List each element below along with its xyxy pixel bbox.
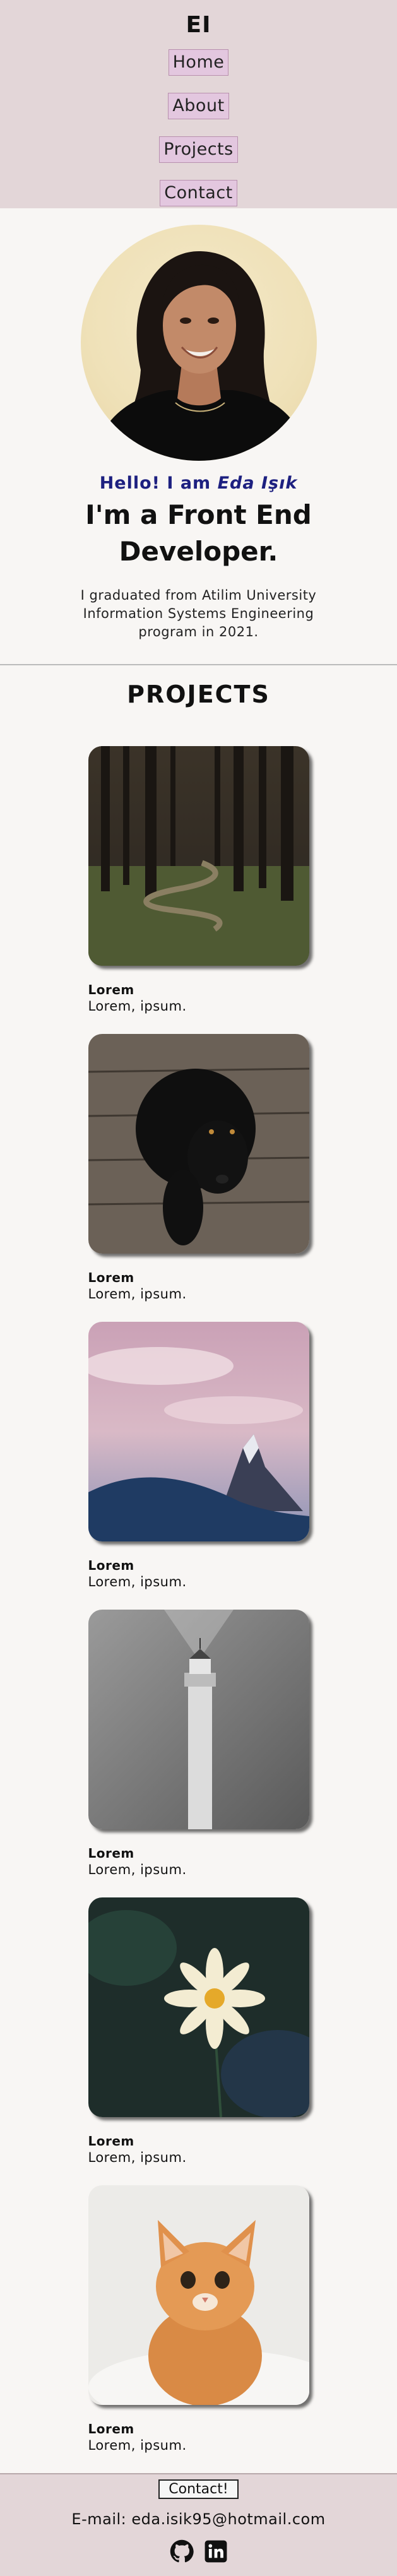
project-list: Lorem Lorem, ipsum. Lorem Lorem, ipsum. … [0,746,397,2473]
headline: I'm a Front End Developer. [85,499,312,567]
projects-title: PROJECTS [127,680,270,708]
project-image-black-dog[interactable] [88,1034,309,1254]
intro-text: I graduated from Atilim University Infor… [80,588,317,639]
email-text: E-mail: eda.isik95@hotmail.com [71,2510,326,2528]
project-name: Lorem [88,982,134,997]
site-header: EI Home About Projects Contact [0,0,397,208]
project-desc: Lorem, ipsum. [88,999,187,1014]
project-desc: Lorem, ipsum. [88,1862,187,1877]
project-card: Lorem Lorem, ipsum. [88,746,309,1034]
project-desc: Lorem, ipsum. [88,1286,187,1302]
project-name: Lorem [88,2134,134,2149]
project-image-mountain-sky[interactable] [88,1322,309,1541]
greeting: Hello! I am Eda Işık [100,473,298,493]
project-card: Lorem Lorem, ipsum. [88,2185,309,2473]
social-links [170,2539,228,2563]
greeting-name: Eda Işık [217,473,298,493]
project-image-lighthouse[interactable] [88,1610,309,1829]
nav-contact-link[interactable]: Contact [160,180,237,206]
project-desc: Lorem, ipsum. [88,1574,187,1589]
linkedin-icon[interactable] [204,2539,228,2563]
project-name: Lorem [88,1558,134,1573]
project-desc: Lorem, ipsum. [88,2150,187,2165]
nav-projects-link[interactable]: Projects [159,136,238,163]
main-nav: Home About Projects Contact [159,49,238,223]
contact-button[interactable]: Contact! [158,2479,239,2499]
project-card: Lorem Lorem, ipsum. [88,1322,309,1610]
nav-home-link[interactable]: Home [168,49,229,76]
project-desc: Lorem, ipsum. [88,2438,187,2453]
project-name: Lorem [88,2421,134,2437]
github-icon[interactable] [170,2539,194,2563]
logo[interactable]: EI [186,11,211,39]
hero-section: Hello! I am Eda Işık I'm a Front End Dev… [0,208,397,665]
projects-section: PROJECTS Lorem Lorem, ipsum. Lorem Lorem… [0,674,397,2473]
project-image-forest-path[interactable] [88,746,309,966]
project-image-orange-kitten[interactable] [88,2185,309,2405]
project-card: Lorem Lorem, ipsum. [88,1034,309,1322]
project-name: Lorem [88,1270,134,1285]
project-card: Lorem Lorem, ipsum. [88,1897,309,2185]
project-name: Lorem [88,1846,134,1861]
profile-photo [80,225,317,461]
project-image-white-flower[interactable] [88,1897,309,2117]
project-card: Lorem Lorem, ipsum. [88,1610,309,1897]
nav-about-link[interactable]: About [168,93,229,119]
greeting-prefix: Hello! I am [99,473,218,493]
